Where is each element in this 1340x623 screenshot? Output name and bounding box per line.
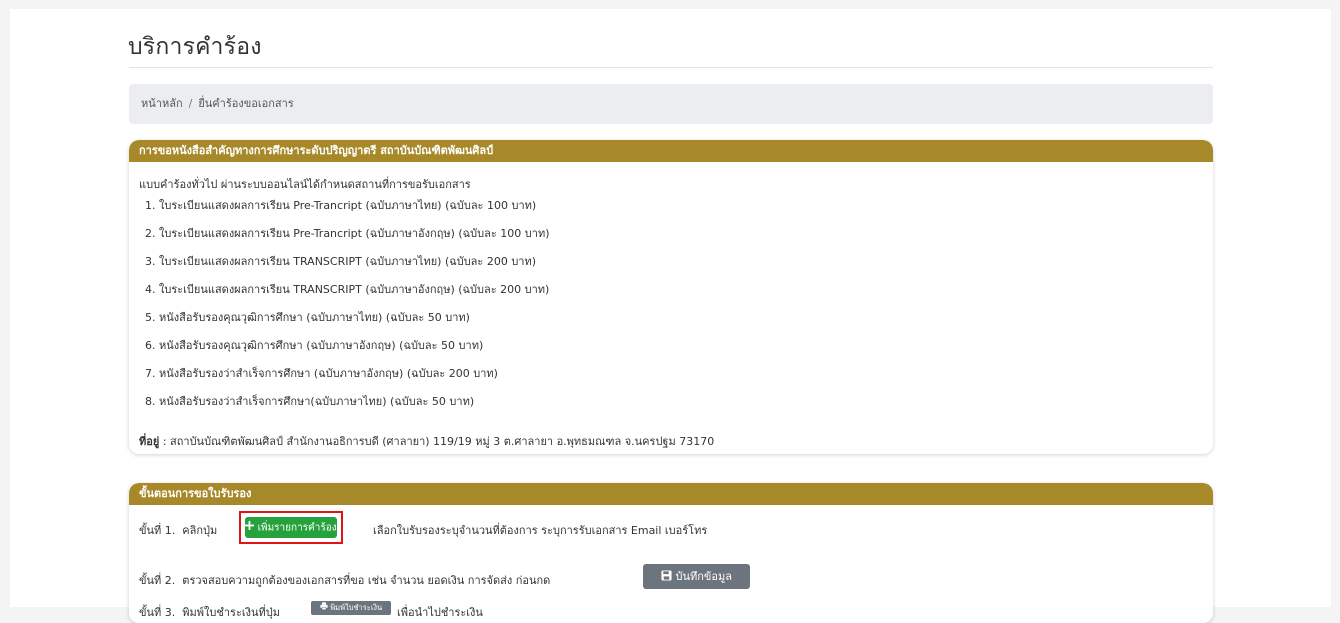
title-divider [129,67,1213,68]
step-2-text: ขั้นที่ 2. ตรวจสอบความถูกต้องของเอกสารที… [139,571,550,589]
add-request-button-label: เพิ่มรายการคำร้อง [257,522,337,534]
floppy-disk-icon [661,565,672,590]
breadcrumb: หน้าหลัก / ยื่นคำร้องขอเอกสาร [129,84,1213,124]
step-1-pre-text: คลิกปุ่ม [182,524,218,537]
address-label: ที่อยู่ [139,435,160,448]
step-1-post-text: เลือกใบรับรองระบุจำนวนที่ต้องการ ระบุการ… [373,524,708,537]
breadcrumb-home-link[interactable]: หน้าหลัก [141,97,183,110]
request-steps-card-header: ขั้นตอนการขอใบรับรอง [129,483,1213,505]
step-3-pre-text: พิมพ์ใบชำระเงินที่ปุ่ม [182,606,280,619]
document-type-item: 6. หนังสือรับรองคุณวุฒิการศึกษา (ฉบับภาษ… [145,339,484,352]
document-type-item: 4. ใบระเบียนแสดงผลการเรียน TRANSCRIPT (ฉ… [145,283,550,296]
document-type-item: 8. หนังสือรับรองว่าสำเร็จการศึกษา(ฉบับภา… [145,395,475,408]
save-data-button-label: บันทึกข้อมูล [675,570,733,583]
page-title: บริการคำร้อง [128,34,262,60]
address-text: : สถาบันบัณฑิตพัฒนศิลป์ สำนักงานอธิการบด… [162,435,715,448]
document-type-item: 5. หนังสือรับรองคุณวุฒิการศึกษา (ฉบับภาษ… [145,311,470,324]
request-steps-card: ขั้นตอนการขอใบรับรอง ขั้นที่ 1. คลิกปุ่ม… [129,483,1213,623]
step-2-body: ตรวจสอบความถูกต้องของเอกสารที่ขอ เช่น จำ… [182,574,551,587]
step-1-text: ขั้นที่ 1. คลิกปุ่ม [139,521,217,539]
document-type-item: 1. ใบระเบียนแสดงผลการเรียน Pre-Trancript… [145,199,537,212]
step-1-label: ขั้นที่ 1. [139,524,176,537]
print-payment-slip-button[interactable]: พิมพ์ใบชำระเงิน [311,601,391,615]
document-type-list: 1. ใบระเบียนแสดงผลการเรียน Pre-Trancript… [145,198,549,422]
step-3-label: ขั้นที่ 3. [139,606,176,619]
add-request-button[interactable]: เพิ่มรายการคำร้อง [245,517,337,538]
breadcrumb-separator: / [188,97,193,110]
step-2-label: ขั้นที่ 2. [139,574,176,587]
document-type-item: 3. ใบระเบียนแสดงผลการเรียน TRANSCRIPT (ฉ… [145,255,537,268]
print-payment-slip-button-label: พิมพ์ใบชำระเงิน [330,603,383,612]
document-type-item: 2. ใบระเบียนแสดงผลการเรียน Pre-Trancript… [145,227,550,240]
address-line: ที่อยู่ : สถาบันบัณฑิตพัฒนศิลป์ สำนักงาน… [139,432,714,450]
document-info-intro: แบบคำร้องทั่วไป ผ่านระบบออนไลน์ได้กำหนดส… [139,178,471,191]
printer-icon [320,601,328,615]
save-data-button[interactable]: บันทึกข้อมูล [643,564,750,589]
step-3-post-text: เพื่อนำไปชำระเงิน [397,606,483,619]
step-3-text: ขั้นที่ 3. พิมพ์ใบชำระเงินที่ปุ่ม [139,603,280,621]
document-type-item: 7. หนังสือรับรองว่าสำเร็จการศึกษา (ฉบับภ… [145,367,498,380]
breadcrumb-current: ยื่นคำร้องขอเอกสาร [198,97,294,110]
page-content: บริการคำร้อง หน้าหลัก / ยื่นคำร้องขอเอกสาร… [10,9,1331,623]
document-info-card: การขอหนังสือสำคัญทางการศึกษาระดับปริญญาต… [129,140,1213,454]
document-info-card-header: การขอหนังสือสำคัญทางการศึกษาระดับปริญญาต… [129,140,1213,162]
plus-icon [245,517,255,538]
